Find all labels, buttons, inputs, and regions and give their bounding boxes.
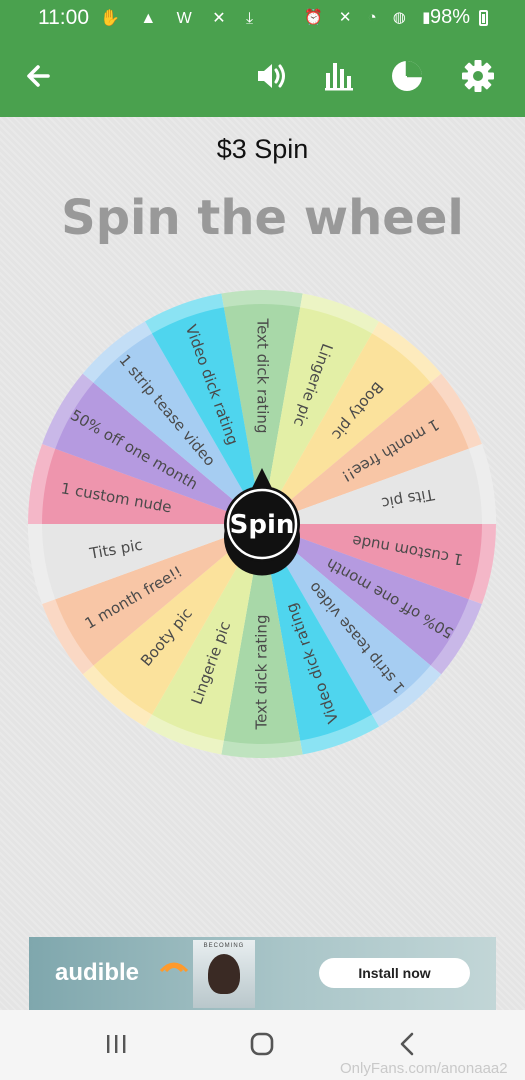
bar-chart-icon[interactable] bbox=[317, 54, 361, 98]
ad-banner[interactable]: audible BECOMING Install now bbox=[29, 937, 496, 1010]
watermark: OnlyFans.com/anonaaa2 bbox=[340, 1060, 508, 1077]
ad-book-cover: BECOMING bbox=[193, 940, 255, 1008]
gear-icon[interactable] bbox=[456, 54, 500, 98]
spin-price: $3 Spin bbox=[216, 134, 309, 164]
back-icon[interactable] bbox=[388, 1028, 428, 1060]
notification-icons: ✋ ▲ W ✕ ⤓ bbox=[100, 10, 262, 27]
home-icon[interactable] bbox=[242, 1028, 282, 1060]
wheel-segment-label: Text dick rating bbox=[254, 318, 272, 434]
status-bar: 11:00 ✋ ▲ W ✕ ⤓ ⏰ ✕ ◔ ◍ ▮ 98% bbox=[0, 0, 525, 36]
wheel-segment-label: Text dick rating bbox=[253, 615, 271, 731]
app-bar bbox=[0, 36, 525, 117]
back-arrow-icon[interactable] bbox=[18, 54, 62, 98]
page-title: Spin the wheel bbox=[61, 190, 464, 246]
status-time: 11:00 bbox=[38, 6, 89, 29]
battery-percent: 98% bbox=[430, 6, 471, 28]
spin-button-label: Spin bbox=[230, 510, 295, 540]
volume-icon[interactable] bbox=[250, 54, 294, 98]
pie-chart-icon[interactable] bbox=[385, 54, 429, 98]
audible-wave-icon bbox=[159, 962, 189, 973]
prize-wheel[interactable]: Text dick rating Lingerie picBooty pic1 m… bbox=[28, 290, 496, 758]
book-cover-portrait bbox=[208, 954, 240, 994]
ad-book-title: BECOMING bbox=[203, 943, 245, 949]
battery-icon bbox=[479, 10, 488, 26]
install-now-button[interactable]: Install now bbox=[319, 958, 470, 988]
ad-brand: audible bbox=[55, 959, 140, 986]
system-status-icons: ⏰ ✕ ◔ ◍ ▮ bbox=[304, 9, 437, 26]
recent-apps-icon[interactable] bbox=[96, 1028, 136, 1060]
